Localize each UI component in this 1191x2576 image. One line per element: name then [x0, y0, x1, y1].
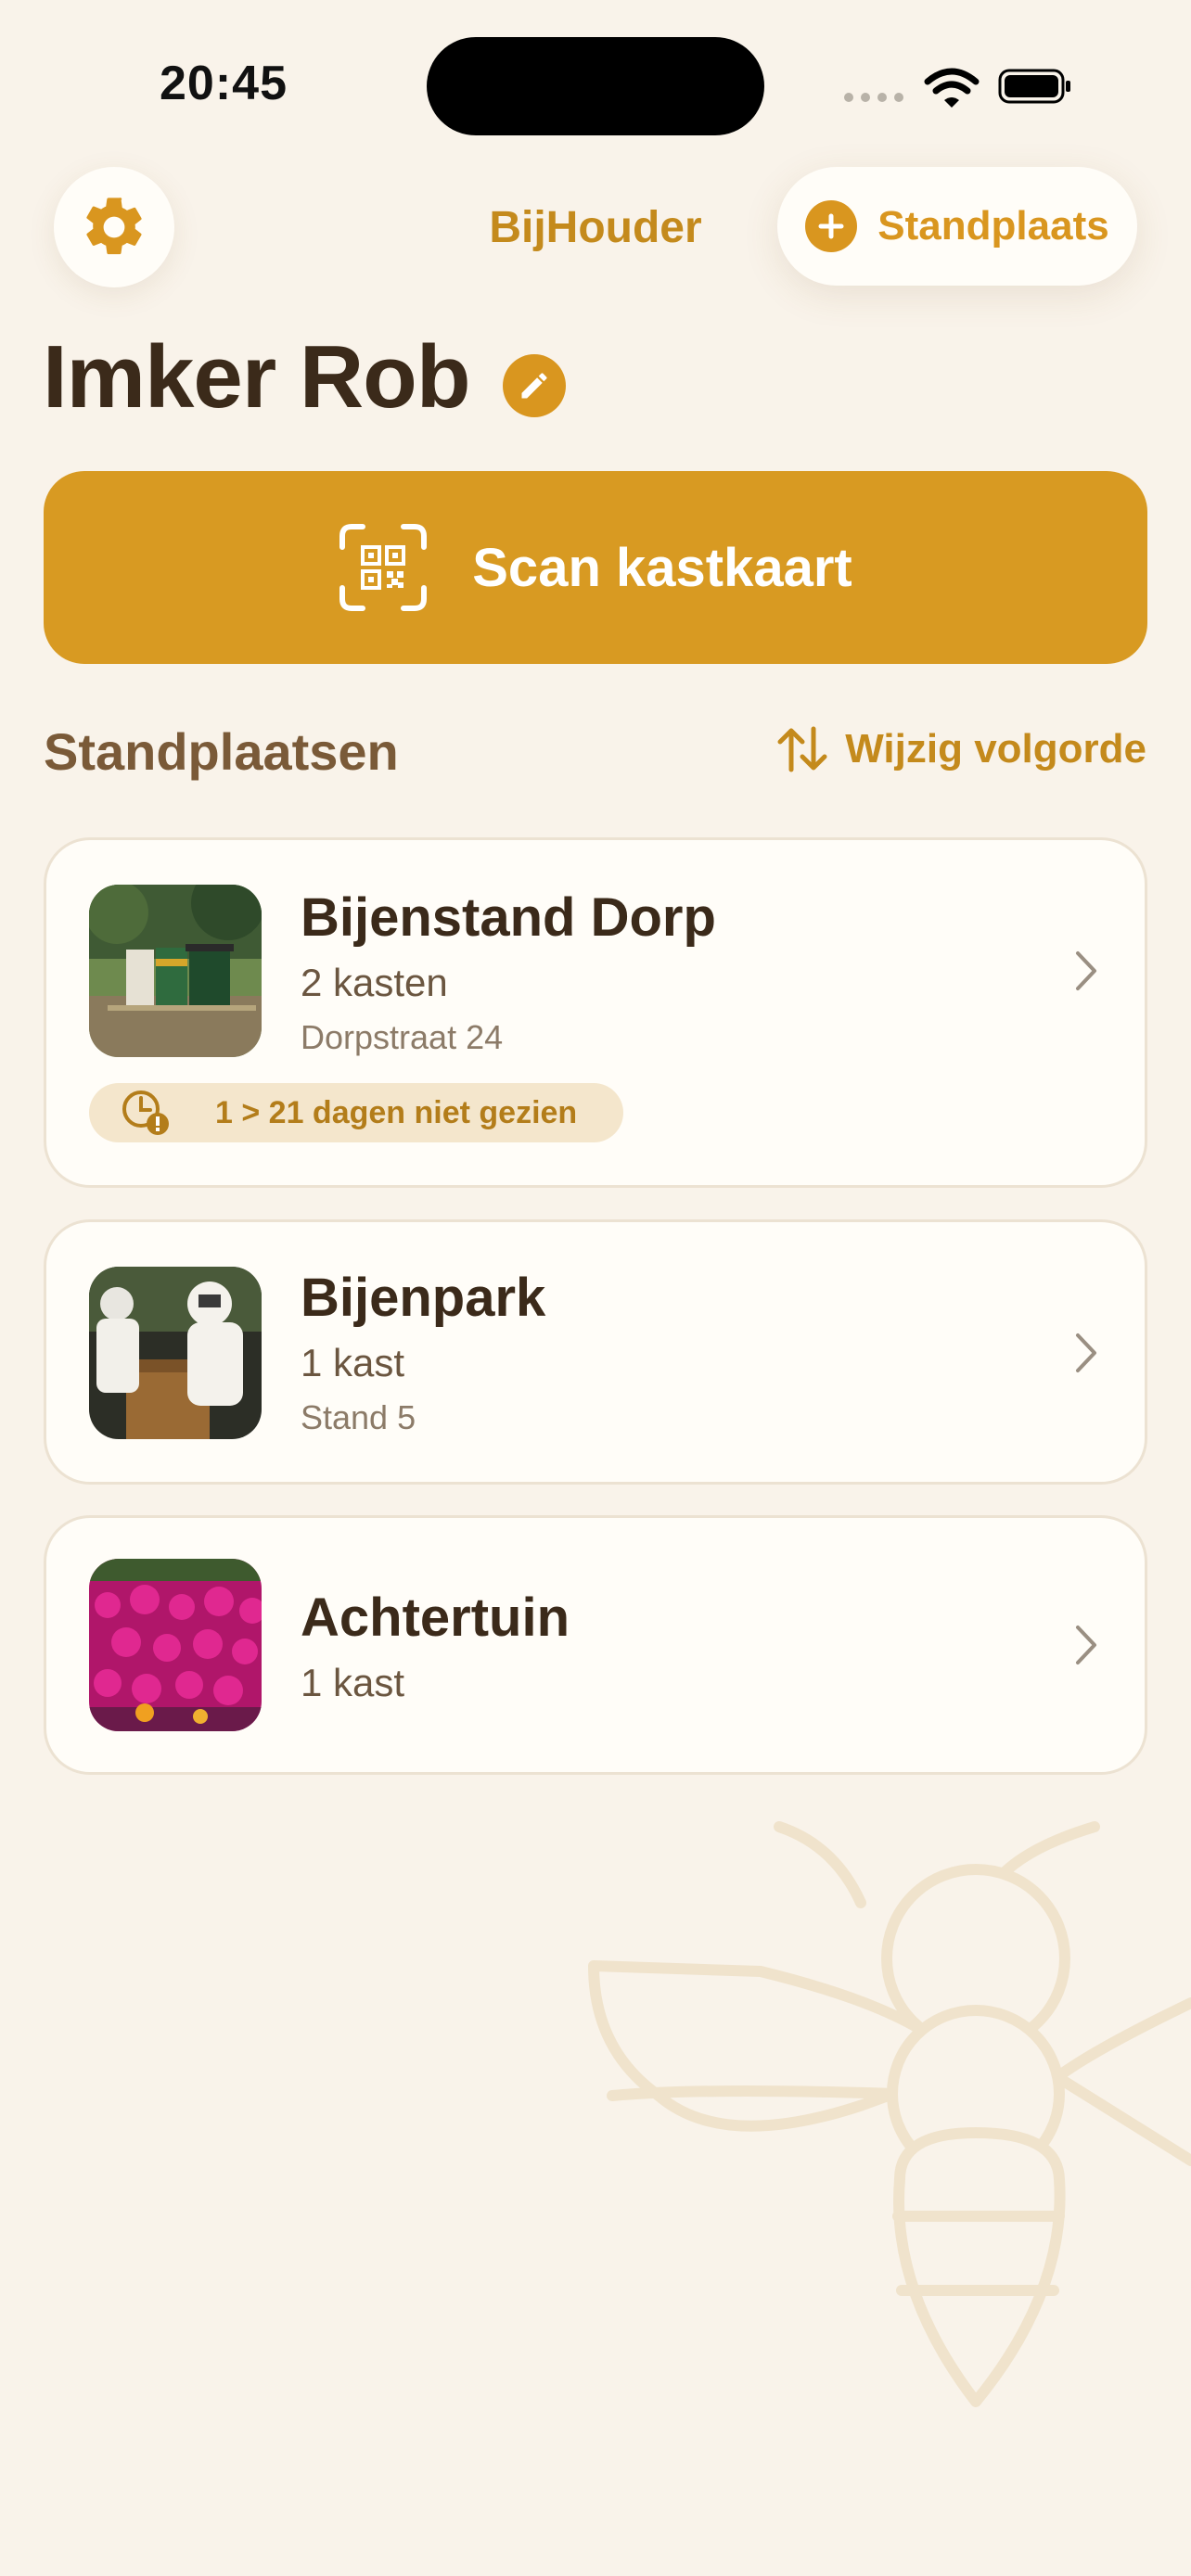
plus-icon [805, 200, 858, 252]
add-location-label: Standplaats [877, 203, 1109, 249]
badge-text: 1 > 21 dagen niet gezien [215, 1094, 578, 1130]
chevron-right-icon [1076, 951, 1096, 990]
dynamic-island [427, 37, 764, 135]
location-address: Stand 5 [301, 1398, 416, 1436]
reorder-button[interactable]: Wijzig volgorde [776, 725, 1146, 773]
status-badge-not-seen: 1 > 21 dagen niet gezien [89, 1083, 623, 1142]
sort-arrows-icon [777, 726, 827, 772]
location-name: Bijenpark [301, 1268, 546, 1328]
hive-count: 2 kasten [301, 961, 448, 1004]
page-title: Imker Rob [43, 327, 470, 427]
clock-alert-icon [122, 1090, 169, 1135]
hive-count: 1 kast [301, 1661, 405, 1704]
qr-scan-icon [339, 524, 428, 611]
location-name: Bijenstand Dorp [301, 887, 716, 948]
scan-button-label: Scan kastkaart [472, 537, 852, 598]
bee-watermark-icon [588, 1821, 1191, 2407]
location-name: Achtertuin [301, 1588, 570, 1648]
reorder-label: Wijzig volgorde [845, 726, 1146, 772]
location-photo-flowers [89, 1559, 262, 1731]
location-card-bijenstand-dorp[interactable]: Bijenstand Dorp 2 kasten Dorpstraat 24 1… [44, 837, 1147, 1188]
pencil-icon [521, 373, 547, 399]
section-title: Standplaatsen [44, 722, 399, 781]
location-card-achtertuin[interactable]: Achtertuin 1 kast [44, 1515, 1147, 1775]
location-photo-beekeepers [89, 1267, 262, 1439]
edit-name-button[interactable] [503, 354, 566, 417]
add-location-button[interactable]: Standplaats [777, 167, 1137, 286]
status-time: 20:45 [160, 57, 288, 110]
chevron-right-icon [1076, 1333, 1096, 1372]
cellular-signal-icon [844, 93, 903, 102]
location-card-bijenpark[interactable]: Bijenpark 1 kast Stand 5 [44, 1219, 1147, 1485]
scan-hive-card-button[interactable]: Scan kastkaart [44, 471, 1147, 664]
wifi-icon [924, 68, 980, 108]
hive-count: 1 kast [301, 1341, 405, 1384]
battery-icon [998, 69, 1070, 104]
location-address: Dorpstraat 24 [301, 1018, 504, 1056]
chevron-right-icon [1076, 1626, 1096, 1664]
location-photo-beehives [89, 885, 262, 1057]
